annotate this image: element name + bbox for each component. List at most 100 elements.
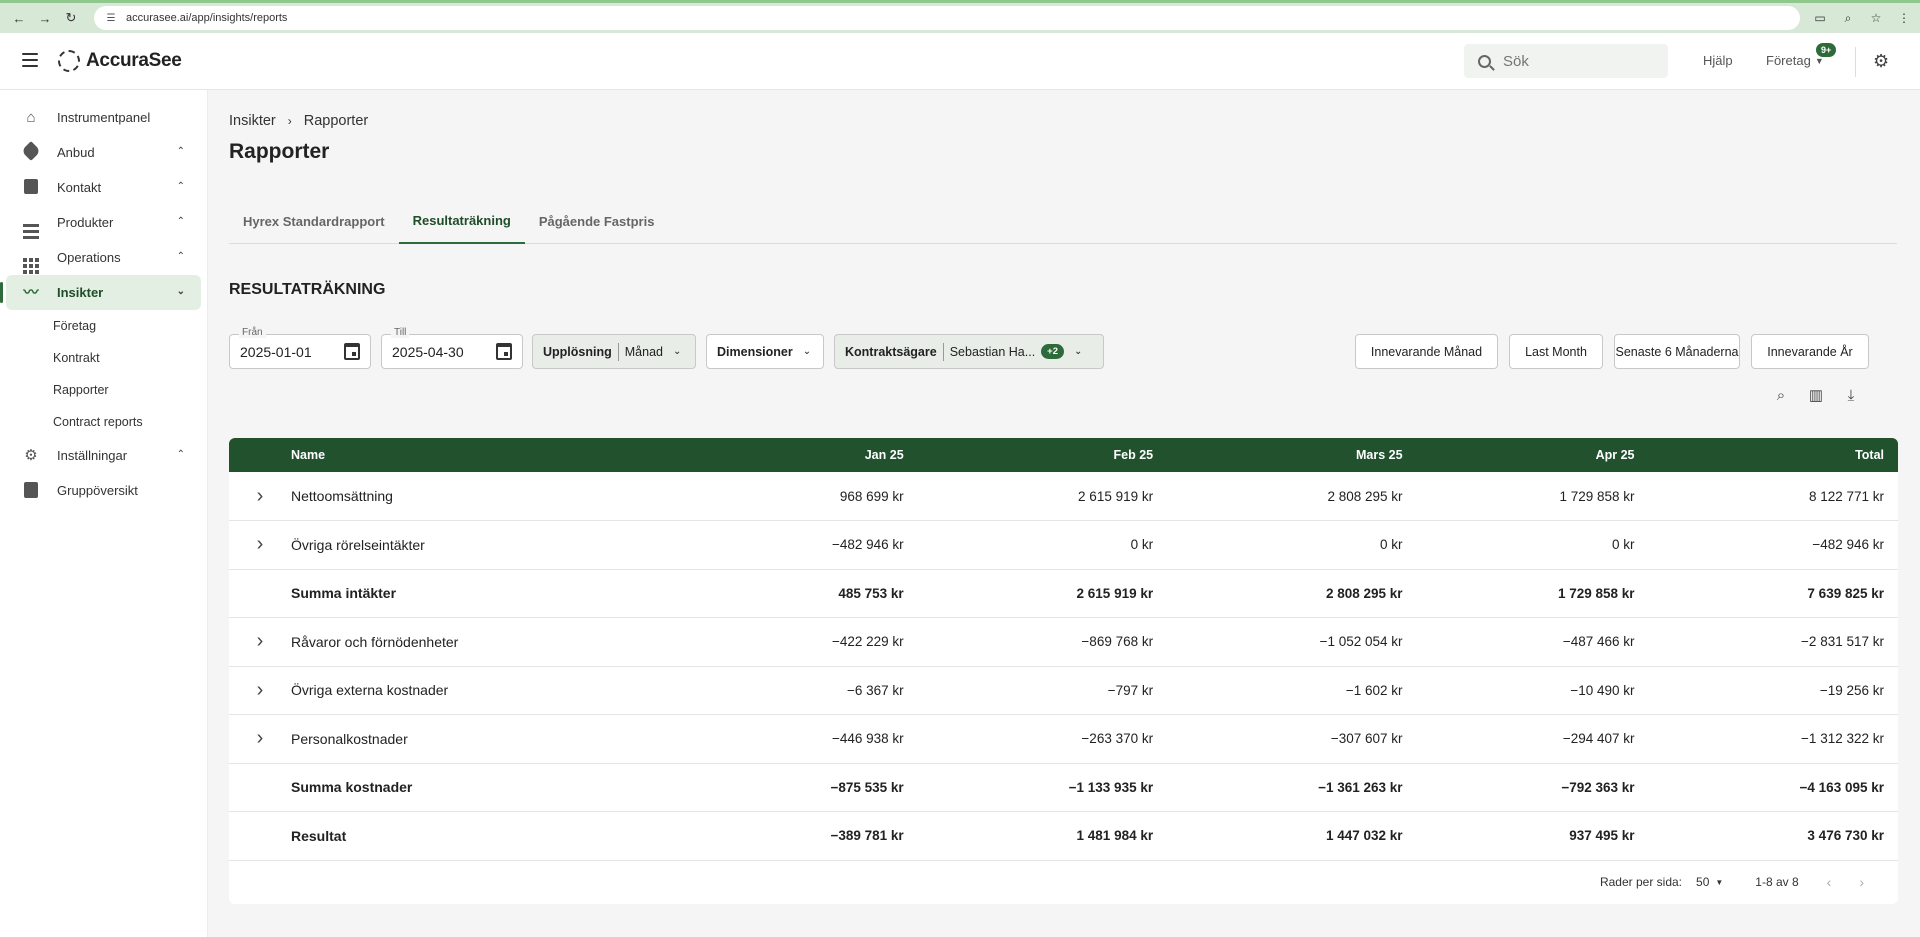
header-divider [1855, 47, 1856, 77]
resolution-dropdown[interactable]: Upplösning Månad ⌄ [532, 334, 696, 369]
address-bar[interactable]: ☰ accurasee.ai/app/insights/reports [94, 6, 1800, 30]
forward-icon[interactable]: → [34, 7, 56, 29]
chevron-right-icon[interactable]: › [229, 521, 291, 570]
row-value-cell: 1 729 858 kr [1559, 488, 1635, 504]
row-value-cell: −792 363 kr [1561, 779, 1635, 795]
hamburger-menu-icon[interactable] [22, 53, 38, 67]
rows-per-page-select[interactable]: 50 ▼ [1696, 875, 1723, 889]
chevron-up-icon[interactable]: ⌃ [177, 146, 185, 157]
column-header-name[interactable]: Name [291, 438, 693, 472]
row-value-cell: −294 407 kr [1562, 731, 1635, 747]
sidebar-item-instrumentpanel[interactable]: ⌂ Instrumentpanel [6, 100, 201, 135]
sidebar-subitem-rapporter[interactable]: Rapporter [0, 374, 207, 406]
row-value-cell: −1 312 322 kr [1801, 731, 1884, 747]
next-page-icon[interactable]: › [1859, 874, 1864, 890]
tab-hyrex-standardrapport[interactable]: Hyrex Standardrapport [229, 198, 399, 244]
sidebar-subitem-foretag[interactable]: Företag [0, 310, 207, 342]
download-icon[interactable]: ⤓ [1843, 388, 1859, 404]
preset-last-month-button[interactable]: Last Month [1509, 334, 1603, 369]
rows-per-page-value: 50 [1696, 875, 1710, 889]
search-icon[interactable]: ⌕ [1773, 388, 1789, 404]
search-box[interactable] [1464, 44, 1668, 78]
columns-icon[interactable]: ▥ [1808, 388, 1824, 404]
preset-current-month-button[interactable]: Innevarande Månad [1355, 334, 1498, 369]
chevron-up-icon[interactable]: ⌃ [177, 181, 185, 192]
preset-last-6-months-button[interactable]: Senaste 6 Månaderna [1614, 334, 1740, 369]
table-row[interactable]: › Övriga externa kostnader −6 367 kr −797 k… [229, 666, 1898, 715]
tab-resultatrakning[interactable]: Resultaträkning [398, 198, 525, 244]
from-date-label: Från [239, 327, 266, 338]
table-row[interactable]: › Nettoomsättning 968 699 kr 2 615 919 kr 2 … [229, 472, 1898, 521]
chevron-right-icon[interactable]: › [229, 715, 291, 764]
column-header-apr[interactable]: Apr 25 [1417, 438, 1649, 472]
section-title: RESULTATRÄKNING [229, 281, 386, 298]
table-row[interactable]: › Övriga rörelseintäkter −482 946 kr 0 kr 0 … [229, 521, 1898, 570]
from-date-field[interactable]: Från 2025-01-01 [229, 327, 371, 369]
chevron-up-icon[interactable]: ⌃ [177, 251, 185, 262]
dimensions-dropdown[interactable]: Dimensioner ⌄ [706, 334, 824, 369]
chevron-right-icon[interactable]: › [229, 618, 291, 667]
help-link[interactable]: Hjälp [1703, 53, 1733, 68]
column-header-jan[interactable]: Jan 25 [693, 438, 917, 472]
breadcrumb-parent[interactable]: Insikter [229, 113, 276, 129]
dimensions-label: Dimensioner [717, 344, 793, 359]
sidebar-item-kontakt[interactable]: Kontakt ⌃ [6, 170, 201, 205]
more-owners-chip: +2 [1041, 344, 1065, 359]
chevron-up-icon[interactable]: ⌃ [177, 216, 185, 227]
chevron-right-icon[interactable]: › [229, 666, 291, 715]
row-name-cell: Personalkostnader [291, 730, 408, 747]
to-date-field[interactable]: Till 2025-04-30 [381, 327, 523, 369]
column-header-feb[interactable]: Feb 25 [918, 438, 1167, 472]
cast-icon[interactable]: ▭ [1812, 11, 1828, 25]
row-value-cell: 2 808 295 kr [1325, 585, 1403, 601]
company-menu[interactable]: Företag ▼ [1766, 53, 1824, 68]
calendar-icon[interactable] [344, 343, 360, 360]
clipboard-icon [22, 482, 40, 499]
preset-current-year-button[interactable]: Innevarande År [1751, 334, 1869, 369]
page-range: 1-8 av 8 [1755, 875, 1799, 889]
chevron-right-icon[interactable]: › [229, 472, 291, 521]
search-input[interactable] [1503, 52, 1643, 70]
report-tabs: Hyrex Standardrapport Resultaträkning På… [229, 198, 1897, 244]
sidebar-item-installningar[interactable]: ⚙ Inställningar ⌃ [6, 438, 201, 473]
row-value-cell: 1 729 858 kr [1557, 585, 1635, 601]
chevron-down-icon: ⌄ [672, 346, 682, 357]
row-value-cell: −1 602 kr [1345, 682, 1403, 698]
to-date-value: 2025-04-30 [392, 344, 464, 360]
row-value-cell: 0 kr [1612, 537, 1635, 553]
row-value-cell: 937 495 kr [1569, 828, 1635, 844]
calendar-icon[interactable] [496, 343, 512, 360]
sidebar-item-gruppoversikt[interactable]: Gruppöversikt [6, 473, 201, 508]
tab-pagaende-fastpris[interactable]: Pågående Fastpris [525, 198, 669, 244]
sidebar-item-anbud[interactable]: Anbud ⌃ [6, 135, 201, 170]
sidebar-subitem-contract-reports[interactable]: Contract reports [0, 406, 207, 438]
table-row[interactable]: › Råvaror och förnödenheter −422 229 kr −86… [229, 618, 1898, 667]
document-icon [22, 179, 40, 196]
divider [942, 342, 944, 361]
chevron-down-icon[interactable]: ⌄ [177, 286, 185, 297]
breadcrumb: Insikter › Rapporter [229, 113, 368, 129]
sidebar-subitem-kontrakt[interactable]: Kontrakt [0, 342, 207, 374]
resolution-label: Upplösning [543, 344, 612, 359]
bookmark-star-icon[interactable]: ☆ [1868, 11, 1884, 25]
sidebar-item-insikter[interactable]: 〰 Insikter ⌄ [0, 275, 201, 310]
reload-icon[interactable]: ↻ [60, 7, 82, 29]
more-menu-icon[interactable]: ⋮ [1896, 11, 1912, 25]
url-text: accurasee.ai/app/insights/reports [126, 12, 288, 24]
sidebar-item-operations[interactable]: Operations ⌃ [6, 240, 201, 275]
table-row[interactable]: › Personalkostnader −446 938 kr −263 370 kr… [229, 715, 1898, 764]
to-date-label: Till [391, 327, 410, 338]
column-header-mar[interactable]: Mars 25 [1167, 438, 1416, 472]
site-info-icon[interactable]: ☰ [104, 11, 118, 25]
settings-gear-icon[interactable]: ⚙ [1873, 52, 1891, 70]
row-value-cell: −4 163 095 kr [1799, 779, 1884, 795]
back-icon[interactable]: ← [8, 7, 30, 29]
sidebar-item-produkter[interactable]: Produkter ⌃ [6, 205, 201, 240]
home-icon: ⌂ [26, 109, 36, 126]
contract-owner-dropdown[interactable]: Kontraktsägare Sebastian Ha... +2 ⌄ [834, 334, 1104, 369]
logo[interactable]: AccuraSee [58, 50, 182, 72]
chevron-up-icon[interactable]: ⌃ [177, 449, 185, 460]
column-header-total[interactable]: Total [1649, 438, 1898, 472]
previous-page-icon[interactable]: ‹ [1827, 874, 1832, 890]
zoom-icon[interactable]: ⌕ [1840, 11, 1856, 26]
